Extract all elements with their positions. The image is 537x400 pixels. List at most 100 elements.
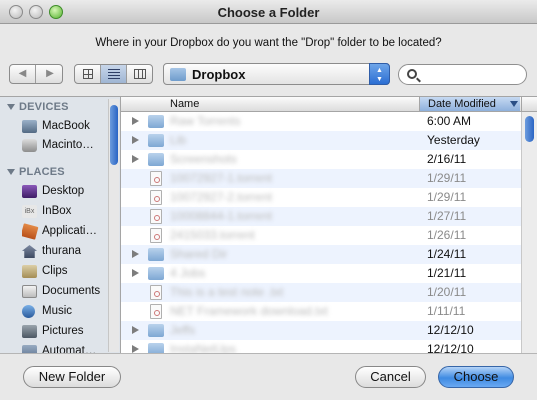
file-list: Name Date Modified Raw Torrents 6:00 AM Li… — [121, 96, 537, 353]
file-name: 10072927-2.torrent — [170, 190, 273, 204]
search-input[interactable] — [421, 67, 521, 82]
inbox-icon: iBx — [22, 205, 37, 218]
column-header: Name Date Modified — [121, 97, 537, 112]
document-icon — [150, 285, 162, 300]
file-date-modified: 1/24/11 — [427, 247, 467, 261]
sidebar-item-applications[interactable]: Applicati… — [22, 223, 107, 242]
folder-icon — [148, 248, 164, 261]
date-modified-column-header[interactable]: Date Modified — [419, 97, 520, 111]
column-view-button[interactable] — [127, 65, 153, 83]
file-row[interactable]: Jeffs 12/12/10 — [121, 321, 521, 340]
location-popup[interactable]: Dropbox ▲ ▼ — [163, 63, 390, 85]
cancel-button[interactable]: Cancel — [355, 366, 426, 388]
file-name: Raw Torrents — [170, 114, 241, 128]
file-date-modified: 12/12/10 — [427, 342, 474, 353]
disclosure-triangle-icon[interactable] — [132, 136, 139, 144]
file-row[interactable]: 10008844-1.torrent 1/27/11 — [121, 207, 521, 226]
name-column-header[interactable]: Name — [170, 98, 199, 110]
new-folder-button[interactable]: New Folder — [23, 366, 121, 388]
file-date-modified: 12/12/10 — [427, 323, 474, 337]
places-header[interactable]: PLACES — [7, 166, 65, 178]
sort-descending-icon — [510, 101, 518, 107]
file-date-modified: 1/20/11 — [427, 285, 467, 299]
disclosure-triangle-icon[interactable] — [132, 117, 139, 125]
file-name: Shared Dir — [170, 247, 228, 261]
disclosure-triangle-icon[interactable] — [132, 345, 139, 353]
sidebar-item-inbox[interactable]: iBx InBox — [22, 203, 107, 222]
file-name: 2415033.torrent — [170, 228, 255, 242]
file-date-modified: 1/26/11 — [427, 228, 467, 242]
sidebar: DEVICES MacBook Macinto… PLACES Desktop … — [0, 96, 121, 353]
forward-arrow-icon: ▶ — [46, 68, 54, 79]
file-name: Screenshots — [170, 152, 237, 166]
choose-button[interactable]: Choose — [438, 366, 514, 388]
disclosure-triangle-icon — [7, 104, 15, 110]
file-list-scrollbar[interactable] — [521, 112, 537, 353]
file-date-modified: 6:00 AM — [427, 114, 472, 128]
desktop-icon — [22, 185, 37, 198]
document-icon — [150, 171, 162, 186]
pictures-icon — [22, 325, 37, 338]
sidebar-item-clips[interactable]: Clips — [22, 263, 107, 282]
folder-icon — [148, 134, 164, 147]
file-row[interactable]: Shared Dir 1/24/11 — [121, 245, 521, 264]
dialog-prompt: Where in your Dropbox do you want the "D… — [95, 37, 442, 49]
file-list-scroll-thumb[interactable] — [525, 116, 534, 142]
disclosure-triangle-icon[interactable] — [132, 326, 139, 334]
column-view-icon — [134, 69, 146, 79]
folder-icon — [148, 115, 164, 128]
file-row[interactable]: Screenshots 2/16/11 — [121, 150, 521, 169]
sidebar-item-macintosh-hd[interactable]: Macinto… — [22, 137, 107, 156]
sidebar-scrollbar[interactable] — [108, 99, 119, 352]
file-date-modified: 2/16/11 — [427, 152, 467, 166]
back-button[interactable]: ◀ — [10, 65, 36, 83]
file-row[interactable]: 10072927-2.torrent 1/29/11 — [121, 188, 521, 207]
column-header-filler — [521, 97, 537, 111]
disclosure-triangle-icon[interactable] — [132, 250, 139, 258]
sidebar-item-home[interactable]: thurana — [22, 243, 107, 262]
file-name: Jeffs — [170, 323, 196, 337]
file-date-modified: 1/27/11 — [427, 209, 467, 223]
folder-icon — [148, 153, 164, 166]
sidebar-item-desktop[interactable]: Desktop — [22, 183, 107, 202]
file-row[interactable]: NET Framework download.txt 1/11/11 — [121, 302, 521, 321]
back-arrow-icon: ◀ — [18, 68, 27, 79]
button-bar: New Folder Cancel Choose — [0, 353, 537, 400]
window-title: Choose a Folder — [217, 5, 320, 20]
document-icon — [150, 209, 162, 224]
applications-icon — [22, 223, 39, 240]
disclosure-triangle-icon[interactable] — [132, 155, 139, 163]
folder-icon — [148, 324, 164, 337]
icon-view-button[interactable] — [75, 65, 101, 83]
file-name: 10008844-1.torrent — [170, 209, 273, 223]
forward-button[interactable]: ▶ — [37, 65, 63, 83]
search-icon — [407, 69, 417, 79]
sidebar-item-documents[interactable]: Documents — [22, 283, 107, 302]
file-row[interactable]: 4 Jobs 1/21/11 — [121, 264, 521, 283]
back-forward-control: ◀ ▶ — [9, 64, 63, 84]
file-row[interactable]: 10072927-1.torrent 1/29/11 — [121, 169, 521, 188]
sidebar-item-automator[interactable]: Automat… — [22, 343, 107, 353]
file-date-modified: 1/11/11 — [427, 304, 466, 318]
sidebar-item-pictures[interactable]: Pictures — [22, 323, 107, 342]
sidebar-scroll-thumb[interactable] — [110, 105, 118, 165]
file-row[interactable]: Raw Torrents 6:00 AM — [121, 112, 521, 131]
document-icon — [150, 190, 162, 205]
folder-icon — [148, 267, 164, 280]
file-date-modified: Yesterday — [427, 133, 480, 147]
home-icon — [22, 245, 37, 258]
list-view-button[interactable] — [101, 65, 127, 83]
sidebar-item-macbook[interactable]: MacBook — [22, 118, 107, 137]
disclosure-triangle-icon[interactable] — [132, 269, 139, 277]
file-row[interactable]: Lib Yesterday — [121, 131, 521, 150]
documents-icon — [22, 285, 37, 298]
folder-icon — [22, 265, 37, 278]
sidebar-item-music[interactable]: Music — [22, 303, 107, 322]
file-row[interactable]: This is a test note .txt 1/20/11 — [121, 283, 521, 302]
devices-header[interactable]: DEVICES — [7, 101, 69, 113]
file-row[interactable]: 2415033.torrent 1/26/11 — [121, 226, 521, 245]
music-icon — [22, 305, 35, 318]
folder-icon — [22, 345, 37, 353]
file-row[interactable]: InstaNetUps 12/12/10 — [121, 340, 521, 353]
file-name: This is a test note .txt — [170, 285, 284, 299]
